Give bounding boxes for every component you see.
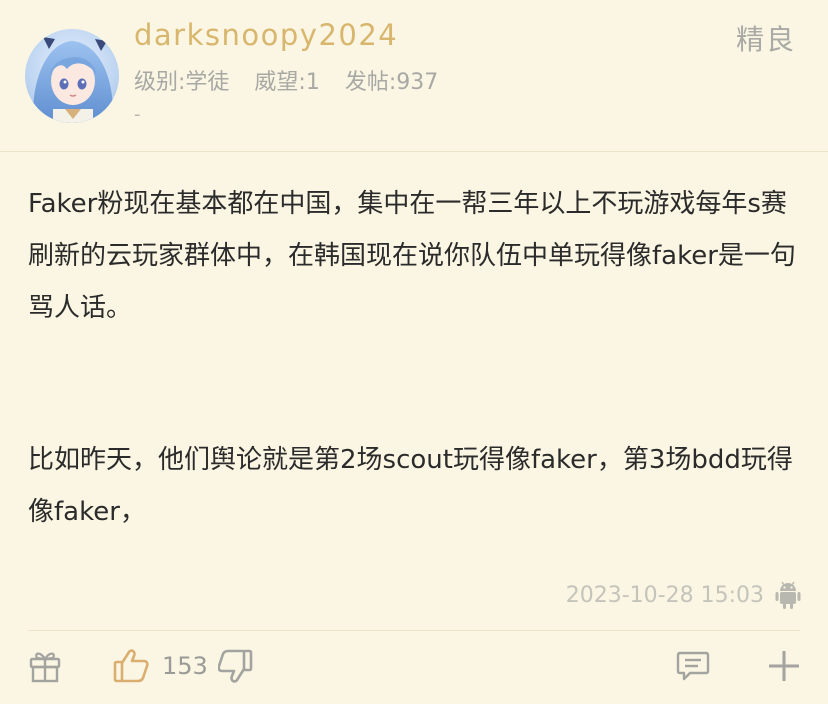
comment-icon <box>676 651 710 681</box>
user-signature: - <box>134 104 141 125</box>
thumbs-down-icon <box>218 649 253 683</box>
thumbs-up-icon <box>113 649 149 683</box>
action-bar: 153 <box>0 640 828 696</box>
user-meta: 级别:学徒 威望:1 发帖:937 <box>134 64 438 96</box>
header-divider <box>0 151 828 152</box>
like-button[interactable]: 153 <box>112 648 208 684</box>
gift-icon <box>29 652 61 683</box>
post-paragraph-1: Faker粉现在基本都在中国，集中在一帮三年以上不玩游戏每年s赛刷新的云玩家群体… <box>28 189 796 323</box>
username[interactable]: darksnoopy2024 <box>134 18 398 52</box>
like-count: 153 <box>162 652 208 680</box>
comment-button[interactable] <box>676 648 710 684</box>
post-header: darksnoopy2024 级别:学徒 威望:1 发帖:937 - 精良 <box>0 0 828 152</box>
footer-divider <box>28 630 800 631</box>
post-content: Faker粉现在基本都在中国，集中在一帮三年以上不玩游戏每年s赛刷新的云玩家群体… <box>28 178 800 538</box>
plus-icon <box>769 651 799 681</box>
quality-badge: 精良 <box>735 23 796 56</box>
add-button[interactable] <box>767 648 801 684</box>
user-prestige: 威望:1 <box>254 70 320 95</box>
gift-button[interactable] <box>28 648 62 684</box>
dislike-button[interactable] <box>218 648 254 684</box>
user-post-count: 发帖:937 <box>344 70 439 95</box>
post-meta: 2023-10-28 15:03 <box>566 580 802 610</box>
avatar[interactable] <box>25 29 119 123</box>
android-icon <box>775 581 801 609</box>
post-timestamp: 2023-10-28 15:03 <box>565 582 764 608</box>
user-level: 级别:学徒 <box>134 70 230 95</box>
post-paragraph-2: 比如昨天，他们舆论就是第2场scout玩得像faker，第3场bdd玩得像fak… <box>28 445 793 527</box>
